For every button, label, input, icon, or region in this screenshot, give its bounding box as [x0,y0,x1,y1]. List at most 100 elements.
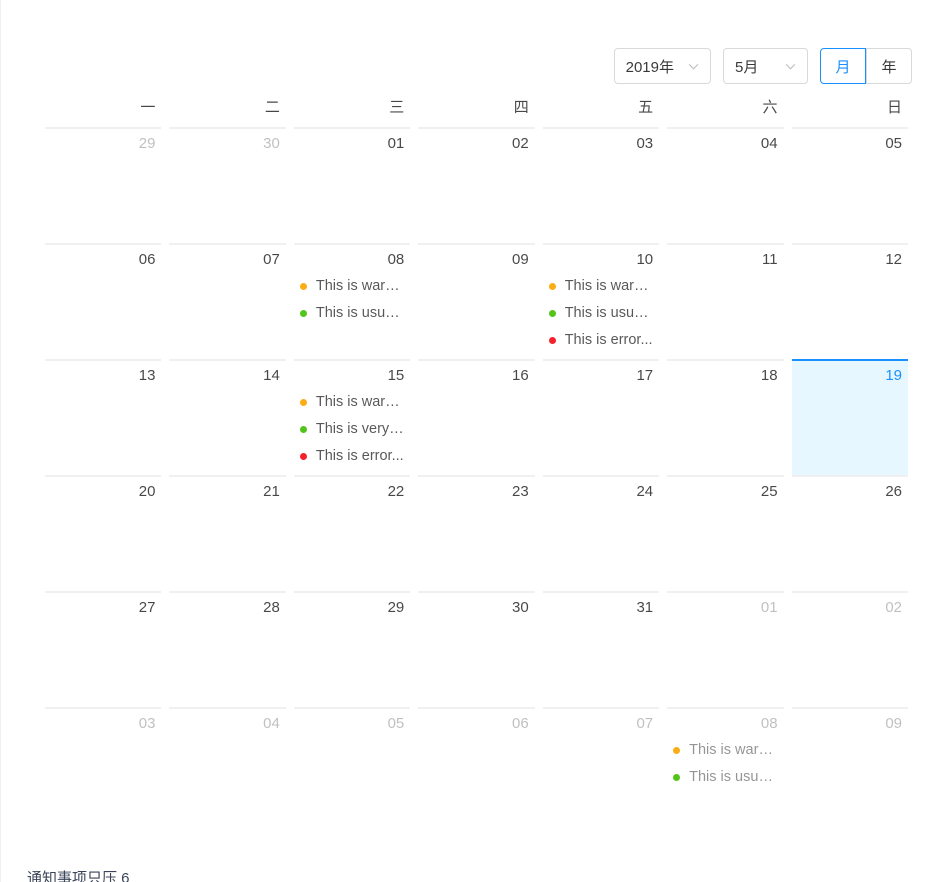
calendar-date-number: 04 [263,715,280,732]
calendar-date-number: 11 [761,251,778,268]
calendar-day-cell[interactable]: 24 [539,475,663,591]
calendar-day-cell[interactable]: 30 [165,127,289,243]
calendar-day-cell[interactable]: 15 This is warn... This is very ... This is… [290,359,414,475]
calendar-day-cell[interactable]: 20 [41,475,165,591]
calendar-date-number: 30 [512,599,529,616]
footer-note: 通知事项只压 6 [27,870,130,882]
calendar-day-cell[interactable]: 07 [539,707,663,823]
calendar-day-cell[interactable]: 05 [290,707,414,823]
event-status-dot-success [299,310,307,317]
calendar-day-cell[interactable]: 25 [663,475,787,591]
calendar-event-item[interactable]: This is warn... [673,737,778,764]
calendar-day-cell[interactable]: 01 [663,591,787,707]
calendar-event-item[interactable]: This is warn... [548,273,653,300]
calendar-day-cell[interactable]: 17 [539,359,663,475]
calendar-event-item[interactable]: This is error... [299,443,404,470]
calendar-day-cell[interactable]: 31 [539,591,663,707]
calendar-day-inner: 26 [791,475,908,591]
calendar-day-cell[interactable]: 10 This is warn... This is usua... This is … [539,243,663,359]
calendar-event-item[interactable]: This is very ... [299,416,404,443]
calendar-date-number: 23 [512,483,529,500]
year-select[interactable]: 2019年 [613,48,711,84]
calendar-day-cell[interactable]: 06 [414,707,538,823]
calendar-day-cell[interactable]: 26 [788,475,912,591]
calendar-date-number: 09 [885,715,902,732]
calendar-event-list: This is warn... This is usua... [299,273,405,327]
calendar-day-cell[interactable]: 29 [290,591,414,707]
calendar-day-cell[interactable]: 14 [165,359,289,475]
calendar-day-cell[interactable]: 16 [414,359,538,475]
calendar-day-cell[interactable]: 04 [165,707,289,823]
calendar-date-number: 24 [636,483,654,500]
calendar-event-list: This is warn... This is very ... This is e… [299,389,404,475]
calendar-day-cell[interactable]: 19 [788,359,912,475]
calendar-date-number: 29 [138,135,156,152]
calendar-date-number: 13 [138,367,156,384]
calendar-event-item[interactable]: This is usua... [548,300,654,327]
calendar-day-cell[interactable]: 05 [788,127,912,243]
calendar-day-cell[interactable]: 11 [663,243,787,359]
calendar-day-inner: 05 [293,707,411,823]
calendar-day-cell[interactable]: 04 [663,127,787,243]
calendar-day-cell[interactable]: 08 This is warn... This is usua... [663,707,787,823]
weekday-label-4: 五 [638,99,654,116]
view-mode-month-button[interactable]: 月 [820,48,866,84]
calendar-date-number: 07 [636,715,654,732]
calendar-day-cell[interactable]: 01 [290,127,414,243]
calendar-day-cell[interactable]: 22 [290,475,414,591]
calendar-event-item[interactable]: This is warn... [299,389,404,416]
calendar-day-cell[interactable]: 09 [414,243,538,359]
calendar-day-cell[interactable]: 09 [788,707,912,823]
calendar-date-number: 20 [138,483,156,500]
calendar-day-cell[interactable]: 12 [788,243,912,359]
calendar-date-number: 02 [885,599,902,616]
calendar-day-cell[interactable]: 27 [41,591,165,707]
calendar-date-number: 03 [138,715,156,732]
calendar-event-list: This is warn... This is usua... This is er… [548,273,654,354]
calendar-day-inner: 16 [418,359,535,475]
calendar-event-item[interactable]: This is usua... [673,764,778,791]
calendar-day-cell[interactable]: 06 [41,243,165,359]
calendar-week-row: 27 28 29 30 31 01 02 [41,591,912,707]
event-label: This is usua... [564,305,654,321]
calendar-day-inner: 12 [791,243,908,359]
calendar-day-inner: 07 [169,243,286,359]
view-mode-year-button[interactable]: 年 [866,48,912,84]
calendar-day-cell[interactable]: 18 [663,359,787,475]
calendar-day-cell[interactable]: 03 [41,707,165,823]
calendar-day-cell[interactable]: 07 [165,243,289,359]
calendar-day-cell[interactable]: 21 [165,475,289,591]
calendar-event-item[interactable]: This is usua... [299,300,404,327]
calendar-day-cell[interactable]: 30 [414,591,538,707]
event-label: This is error... [564,332,653,348]
event-status-dot-error [299,453,307,460]
calendar-event-item[interactable]: This is error... [548,327,653,354]
calendar-date-number: 31 [636,599,654,616]
calendar-page: 2019年 5月 月 年 一二三四五六日 29 30 01 02 03 04 05 06 07 0… [0,0,952,882]
calendar-day-inner: 23 [418,475,535,591]
weekday-label-6: 日 [886,99,902,116]
month-select[interactable]: 5月 [723,48,808,84]
calendar-day-cell[interactable]: 13 [41,359,165,475]
calendar-day-cell[interactable]: 02 [788,591,912,707]
calendar-week-row: 13 14 15 This is warn... This is very ... Thi… [41,359,912,475]
calendar-date-number: 01 [387,135,405,152]
calendar-day-cell[interactable]: 28 [165,591,289,707]
calendar-date-number: 25 [760,483,778,500]
calendar-day-inner: 28 [169,591,286,707]
calendar-day-inner: 29 [293,591,411,707]
calendar-day-inner: 05 [791,127,908,243]
calendar-date-number: 03 [636,135,654,152]
calendar-day-cell[interactable]: 02 [414,127,538,243]
event-label: This is warn... [315,278,405,294]
calendar-week-row: 06 07 08 This is warn... This is usua... 09 10… [41,243,912,359]
calendar-event-item[interactable]: This is warn... [299,273,405,300]
calendar-day-cell[interactable]: 23 [414,475,538,591]
calendar-day-cell[interactable]: 03 [539,127,663,243]
calendar-day-cell[interactable]: 29 [41,127,165,243]
calendar-day-inner: 24 [542,475,660,591]
calendar-date-number: 29 [387,599,405,616]
weekday-label-1: 二 [264,99,280,116]
calendar-date-number: 04 [760,135,778,152]
calendar-day-cell[interactable]: 08 This is warn... This is usua... [290,243,414,359]
